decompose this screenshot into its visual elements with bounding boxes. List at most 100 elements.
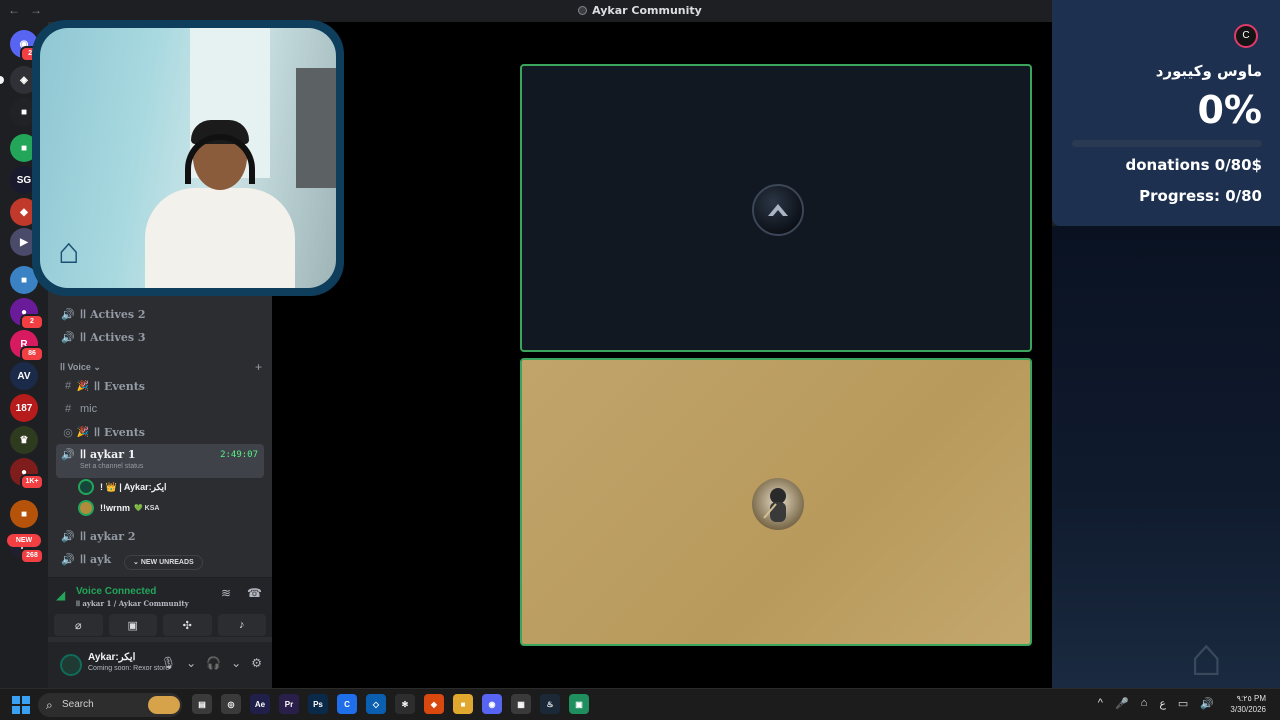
cat-avatar-icon bbox=[763, 488, 786, 522]
unread-badge: 86 bbox=[20, 346, 44, 362]
server-glyph: ▶ bbox=[20, 236, 28, 248]
discord-app[interactable]: ◉ bbox=[482, 694, 502, 714]
screen: ← → Aykar Community ▭ ? — ☐ ✕ ◉21◈■■SG◆▶… bbox=[0, 0, 1280, 720]
clock[interactable]: ٩:٢٥ PM 3/30/2026 bbox=[1230, 693, 1266, 715]
unread-badge: 268 bbox=[20, 548, 44, 564]
voice-connected-subtitle[interactable]: اا aykar 1 / Aykar Community bbox=[76, 599, 189, 608]
webcam-feed: ⌂ bbox=[40, 28, 336, 288]
channel-label: اا aykar 2 bbox=[80, 529, 136, 543]
stream-background bbox=[1052, 226, 1280, 688]
user-panel: Aykar:ايكر Coming soon: Rexor store 🎙 ⌄ … bbox=[48, 642, 272, 688]
network-icon[interactable]: ▭ bbox=[1178, 697, 1188, 710]
windows-start-icon[interactable] bbox=[12, 696, 30, 714]
input-language-icon[interactable]: ع bbox=[1159, 697, 1166, 710]
chevron-down-icon[interactable]: ⌄ bbox=[186, 656, 196, 670]
server-icon-folder-2[interactable]: ■ bbox=[10, 500, 38, 528]
streamer-figure bbox=[145, 120, 295, 288]
member-name: !!wrnm bbox=[100, 503, 130, 513]
server-icon-server-8[interactable]: R 86 bbox=[10, 330, 44, 362]
goal-percent: 0% bbox=[1197, 88, 1262, 132]
tray-overflow-icon[interactable]: ^ bbox=[1098, 697, 1103, 710]
soundboard-button[interactable]: ♪ bbox=[217, 614, 266, 636]
webcam-overlay: ⌂ bbox=[32, 20, 344, 296]
server-glyph: ■ bbox=[20, 142, 28, 154]
channel-label: اا ayk bbox=[80, 552, 112, 566]
channel-label: اا Events bbox=[94, 379, 146, 393]
microphone-icon[interactable]: 🎤 bbox=[1115, 697, 1129, 710]
category-voice[interactable]: اا Voice ⌄ bbox=[60, 362, 101, 373]
gear-icon[interactable]: ⚙ bbox=[251, 656, 262, 670]
after-effects-app[interactable]: Ae bbox=[250, 694, 270, 714]
party-icon: 🎉 bbox=[76, 426, 90, 438]
avatar bbox=[78, 479, 94, 495]
server-glyph: 187 bbox=[15, 402, 33, 414]
server-glyph: ◈ bbox=[20, 74, 28, 86]
voice-channel-aykar-2[interactable]: 🔊 اا aykar 2 bbox=[56, 525, 264, 547]
camera-off-button[interactable]: ⌀ bbox=[54, 614, 103, 636]
participant-tile[interactable] bbox=[520, 358, 1032, 646]
stream-logo-icon: ⌂ bbox=[58, 230, 80, 271]
steam-app[interactable]: ♨ bbox=[540, 694, 560, 714]
notepad-app[interactable]: ▦ bbox=[511, 694, 531, 714]
headphones-icon[interactable]: 🎧 bbox=[206, 656, 221, 670]
server-icon-server-9[interactable]: AV bbox=[10, 362, 38, 390]
streamer-body bbox=[145, 188, 295, 288]
participant-tile[interactable] bbox=[520, 64, 1032, 352]
video-stage bbox=[272, 22, 1052, 688]
goal-progress-bar bbox=[1072, 140, 1262, 147]
new-unreads-button[interactable]: ⌄ NEW UNREADS bbox=[124, 555, 203, 570]
chevron-down-icon[interactable]: ⌄ bbox=[231, 656, 241, 670]
category-label: اا Voice bbox=[60, 362, 91, 372]
channel-label: اا Actives 3 bbox=[80, 330, 146, 344]
voice-connected-title[interactable]: Voice Connected bbox=[76, 586, 156, 597]
server-glyph: ♛ bbox=[19, 434, 29, 446]
photoshop-app[interactable]: Ps bbox=[308, 694, 328, 714]
voice-member[interactable]: ! 👑 | Aykar:ايكر bbox=[78, 478, 167, 496]
chatgpt-app[interactable]: ✻ bbox=[395, 694, 415, 714]
chrome-app[interactable]: ◎ bbox=[221, 694, 241, 714]
server-icon-server-7[interactable]: ● 2 bbox=[10, 298, 44, 330]
taskbar-search[interactable]: ⌕ Search bbox=[38, 693, 182, 717]
voice-channel-actives-3[interactable]: 🔊 اا Actives 3 bbox=[56, 326, 264, 348]
capcut-app[interactable]: C bbox=[337, 694, 357, 714]
brave-app[interactable]: ◆ bbox=[424, 694, 444, 714]
channel-label: اا aykar 1 bbox=[80, 448, 136, 461]
server-icon-server-12[interactable]: ● 1K+ bbox=[10, 458, 44, 490]
new-unreads-label: NEW UNREADS bbox=[140, 559, 194, 566]
text-channel-events[interactable]: # 🎉 اا Events bbox=[56, 375, 264, 397]
disconnect-icon[interactable]: ☎ bbox=[247, 586, 262, 600]
folder-app[interactable]: ■ bbox=[453, 694, 473, 714]
activities-button[interactable]: ✣ bbox=[163, 614, 212, 636]
vscode-app[interactable]: ◇ bbox=[366, 694, 386, 714]
user-name[interactable]: Aykar:ايكر bbox=[88, 652, 135, 663]
microphone-icon[interactable]: 🎙 bbox=[161, 656, 176, 670]
channel-status[interactable]: Set a channel status bbox=[80, 463, 143, 470]
unread-badge: 2 bbox=[20, 314, 44, 330]
voice-member[interactable]: !!wrnm 💚 KSA bbox=[78, 499, 159, 517]
stage-channel-events[interactable]: ◎ 🎉 اا Events bbox=[56, 421, 264, 443]
file-explorer-app[interactable]: ▤ bbox=[192, 694, 212, 714]
volume-icon[interactable]: 🔊 bbox=[1200, 697, 1214, 710]
window-title-text: Aykar Community bbox=[592, 4, 702, 17]
taskbar-apps: ▤ ◎ Ae Pr Ps C ◇ ✻ ◆ ■ ◉ ▦ ♨ ▣ bbox=[192, 694, 589, 714]
voice-timer: 2:49:07 bbox=[220, 450, 258, 460]
widget-logo-icon: C bbox=[1234, 24, 1258, 48]
tray-app-icon[interactable]: ⌂ bbox=[1141, 697, 1148, 710]
new-badge[interactable]: NEW bbox=[7, 534, 41, 547]
screen-share-button[interactable]: ▣ bbox=[108, 614, 157, 636]
voice-channel-actives-2[interactable]: 🔊 اا Actives 2 bbox=[56, 303, 264, 325]
add-channel-button[interactable]: + bbox=[255, 360, 262, 374]
channel-label: اا Actives 2 bbox=[80, 307, 146, 321]
server-icon-server-11[interactable]: ♛ bbox=[10, 426, 38, 454]
search-label: Search bbox=[62, 699, 94, 710]
voice-channel-aykar-1[interactable]: 🔊 اا aykar 1 2:49:07 Set a channel statu… bbox=[56, 444, 264, 478]
noise-suppression-icon[interactable]: ≋ bbox=[221, 586, 231, 600]
android-app[interactable]: ▣ bbox=[569, 694, 589, 714]
speaker-icon: 🔊 bbox=[61, 308, 75, 321]
signal-icon[interactable]: ◢ bbox=[56, 588, 65, 602]
clock-time: ٩:٢٥ PM bbox=[1236, 694, 1266, 703]
avatar[interactable] bbox=[60, 654, 82, 676]
server-icon-server-10[interactable]: 187 bbox=[10, 394, 38, 422]
premiere-app[interactable]: Pr bbox=[279, 694, 299, 714]
text-channel-mic[interactable]: # mic bbox=[56, 398, 264, 420]
